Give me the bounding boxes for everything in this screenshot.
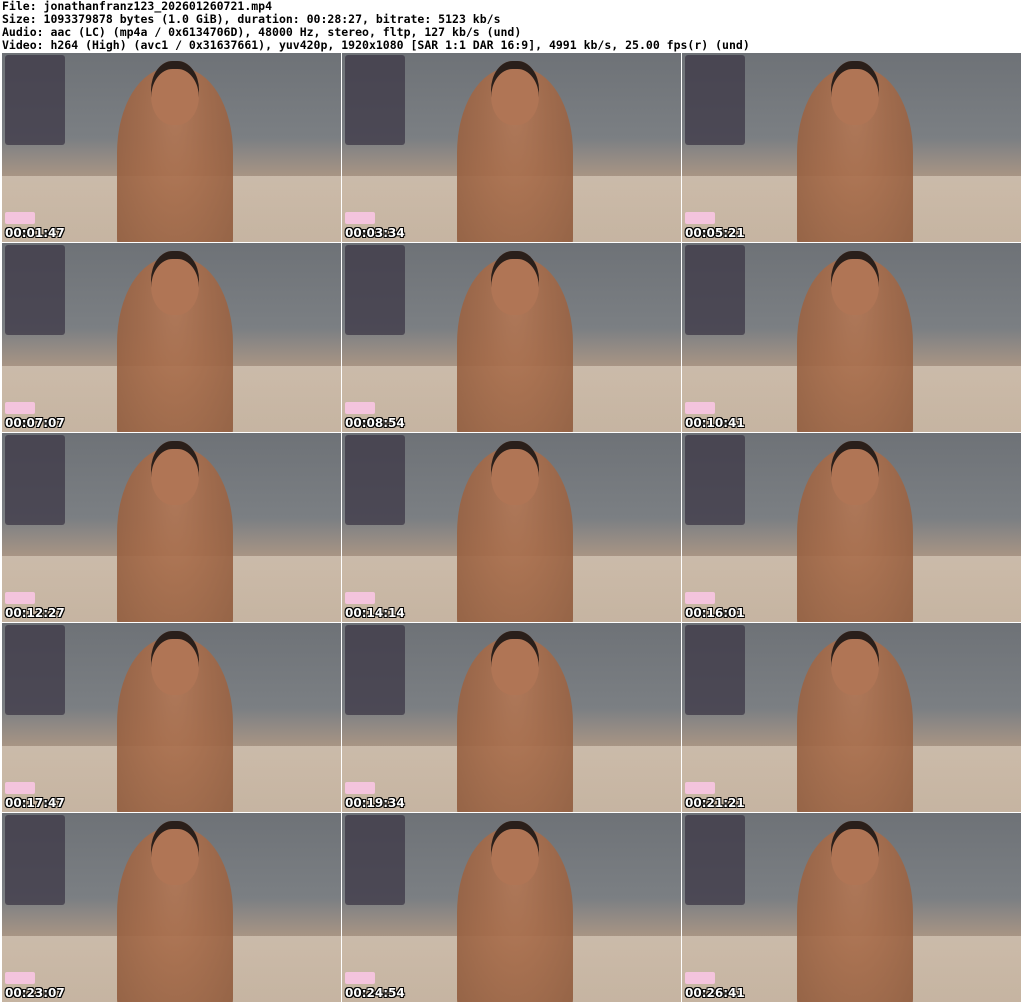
video-thumbnail: 00:16:01: [682, 433, 1021, 622]
tip-menu-overlay: [345, 625, 405, 715]
logo-badge: [685, 402, 715, 414]
tip-menu-overlay: [685, 435, 745, 525]
logo-badge: [345, 972, 375, 984]
video-thumbnail: 00:19:34: [342, 623, 681, 812]
person-head: [491, 630, 539, 695]
logo-badge: [345, 402, 375, 414]
video-thumbnail: 00:08:54: [342, 243, 681, 432]
video-thumbnail: 00:21:21: [682, 623, 1021, 812]
timestamp: 00:12:27: [5, 606, 65, 620]
tip-menu-overlay: [685, 55, 745, 145]
timestamp: 00:26:41: [685, 986, 745, 1000]
logo-badge: [345, 782, 375, 794]
person-head: [491, 440, 539, 505]
person-head: [151, 630, 199, 695]
person-head: [151, 250, 199, 315]
video-thumbnail: 00:05:21: [682, 53, 1021, 242]
video-thumbnail: 00:01:47: [2, 53, 341, 242]
timestamp: 00:17:47: [5, 796, 65, 810]
tip-menu-overlay: [5, 815, 65, 905]
person-head: [831, 250, 879, 315]
video-thumbnail: 00:12:27: [2, 433, 341, 622]
person-head: [151, 440, 199, 505]
video-thumbnail: 00:07:07: [2, 243, 341, 432]
timestamp: 00:10:41: [685, 416, 745, 430]
tip-menu-overlay: [345, 435, 405, 525]
tip-menu-overlay: [685, 815, 745, 905]
video-thumbnail: 00:14:14: [342, 433, 681, 622]
timestamp: 00:05:21: [685, 226, 745, 240]
timestamp: 00:24:54: [345, 986, 405, 1000]
logo-badge: [5, 972, 35, 984]
logo-badge: [5, 212, 35, 224]
tip-menu-overlay: [685, 625, 745, 715]
timestamp: 00:08:54: [345, 416, 405, 430]
logo-badge: [345, 592, 375, 604]
person-head: [831, 440, 879, 505]
file-info-header: File: jonathanfranz123_202601260721.mp4 S…: [2, 0, 750, 52]
video-thumbnail: 00:26:41: [682, 813, 1021, 1002]
logo-badge: [685, 972, 715, 984]
timestamp: 00:19:34: [345, 796, 405, 810]
video-thumbnail: 00:03:34: [342, 53, 681, 242]
tip-menu-overlay: [5, 245, 65, 335]
logo-badge: [685, 782, 715, 794]
timestamp: 00:14:14: [345, 606, 405, 620]
timestamp: 00:03:34: [345, 226, 405, 240]
video-info: Video: h264 (High) (avc1 / 0x31637661), …: [2, 38, 750, 52]
person-head: [831, 630, 879, 695]
tip-menu-overlay: [5, 625, 65, 715]
video-thumbnail: 00:24:54: [342, 813, 681, 1002]
tip-menu-overlay: [685, 245, 745, 335]
timestamp: 00:23:07: [5, 986, 65, 1000]
tip-menu-overlay: [5, 435, 65, 525]
person-head: [831, 820, 879, 885]
logo-badge: [685, 212, 715, 224]
timestamp: 00:21:21: [685, 796, 745, 810]
logo-badge: [5, 402, 35, 414]
tip-menu-overlay: [345, 55, 405, 145]
logo-badge: [5, 782, 35, 794]
logo-badge: [685, 592, 715, 604]
person-head: [491, 60, 539, 125]
logo-badge: [5, 592, 35, 604]
thumbnail-grid: 00:01:47 00:03:34 00:05:21 00:07:07 00:08:54…: [2, 53, 1021, 1002]
person-head: [831, 60, 879, 125]
person-head: [151, 820, 199, 885]
timestamp: 00:01:47: [5, 226, 65, 240]
tip-menu-overlay: [345, 245, 405, 335]
video-thumbnail: 00:23:07: [2, 813, 341, 1002]
person-head: [491, 250, 539, 315]
timestamp: 00:16:01: [685, 606, 745, 620]
timestamp: 00:07:07: [5, 416, 65, 430]
video-thumbnail: 00:10:41: [682, 243, 1021, 432]
person-head: [491, 820, 539, 885]
tip-menu-overlay: [5, 55, 65, 145]
tip-menu-overlay: [345, 815, 405, 905]
person-head: [151, 60, 199, 125]
logo-badge: [345, 212, 375, 224]
video-thumbnail: 00:17:47: [2, 623, 341, 812]
